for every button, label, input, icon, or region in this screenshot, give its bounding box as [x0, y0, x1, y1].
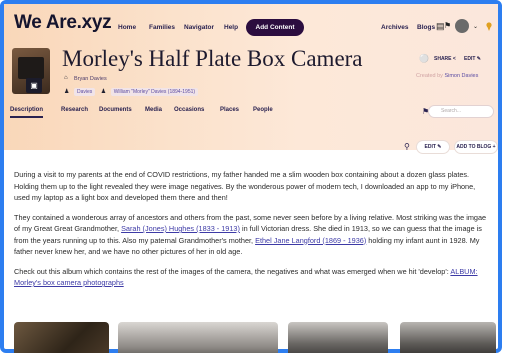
person-icon: ♟ [100, 89, 107, 96]
link-ethel-langford[interactable]: Ethel Jane Langford (1869 - 1936) [255, 236, 366, 245]
description-actions: ⚲ EDIT ✎ ADD TO BLOG + [4, 140, 498, 156]
tab-description[interactable]: Description [10, 107, 44, 118]
top-navigation: We Are.xyz Home Families Navigator Help … [4, 4, 498, 42]
pin-icon[interactable]: ⚲ [404, 142, 410, 151]
location-pin-icon[interactable] [486, 22, 492, 31]
nav-archives[interactable]: Archives [381, 24, 408, 31]
tab-media[interactable]: Media [145, 107, 162, 113]
tab-people[interactable]: People [253, 107, 273, 113]
description-text: During a visit to my parents at the end … [14, 169, 492, 297]
add-content-button[interactable]: Add Content [246, 19, 304, 36]
user-avatar[interactable] [455, 19, 469, 33]
nav-navigator[interactable]: Navigator [184, 24, 214, 31]
album-cover-image[interactable]: ▣ [12, 48, 50, 94]
chevron-down-icon[interactable]: ⌄ [473, 23, 478, 30]
camera-photo [18, 57, 44, 79]
search-input[interactable]: Search... [428, 105, 494, 118]
media-thumbnails [8, 322, 498, 353]
edit-album-button[interactable]: EDIT ✎ [464, 56, 481, 62]
nav-families[interactable]: Families [149, 24, 175, 31]
tab-places[interactable]: Places [220, 107, 239, 113]
thumbnail-1[interactable] [14, 322, 109, 353]
nav-help[interactable]: Help [224, 24, 238, 31]
paragraph-1: During a visit to my parents at the end … [14, 170, 476, 202]
visibility-icon[interactable]: ⚪ [419, 54, 429, 63]
site-logo[interactable]: We Are.xyz [14, 12, 112, 34]
paragraph-2: They contained a wonderous array of ance… [14, 212, 487, 257]
thumbnail-3[interactable] [288, 322, 388, 353]
tag-family[interactable]: Davies [74, 88, 96, 96]
creator-link[interactable]: Simon Davies [444, 73, 478, 79]
created-by: Created by Simon Davies [416, 73, 479, 79]
link-sarah-hughes[interactable]: Sarah (Jones) Hughes (1833 - 1913) [121, 224, 240, 233]
home-icon: ⌂ [64, 75, 68, 81]
nav-home[interactable]: Home [118, 24, 136, 31]
tab-research[interactable]: Research [61, 107, 88, 113]
tab-occasions[interactable]: Occasions [174, 107, 204, 113]
edit-cover-icon[interactable]: ▣ [26, 78, 42, 93]
add-to-blog-button[interactable]: ADD TO BLOG + [454, 140, 498, 154]
edit-description-button[interactable]: EDIT ✎ [416, 140, 450, 154]
family-icon: ♟ [64, 89, 70, 96]
tab-documents[interactable]: Documents [99, 107, 132, 113]
bell-icon[interactable]: ⚑ [444, 21, 451, 30]
album-tags: ♟ Davies ♟ William "Morley" Davies (1894-1… [64, 88, 199, 96]
album-title: Morley's Half Plate Box Camera [62, 46, 363, 71]
page: We Are.xyz Home Families Navigator Help … [4, 4, 498, 353]
share-button[interactable]: SHARE < [434, 56, 456, 62]
album-owner: ⌂ Bryan Davies [64, 75, 107, 82]
nav-blogs[interactable]: Blogs [417, 24, 435, 31]
thumbnail-4[interactable] [400, 322, 496, 353]
thumbnail-2[interactable] [118, 322, 278, 353]
owner-name[interactable]: Bryan Davies [74, 76, 107, 82]
tag-person[interactable]: William "Morley" Davies (1894-1951) [110, 88, 199, 96]
paragraph-3: Check out this album which contains the … [14, 266, 478, 288]
